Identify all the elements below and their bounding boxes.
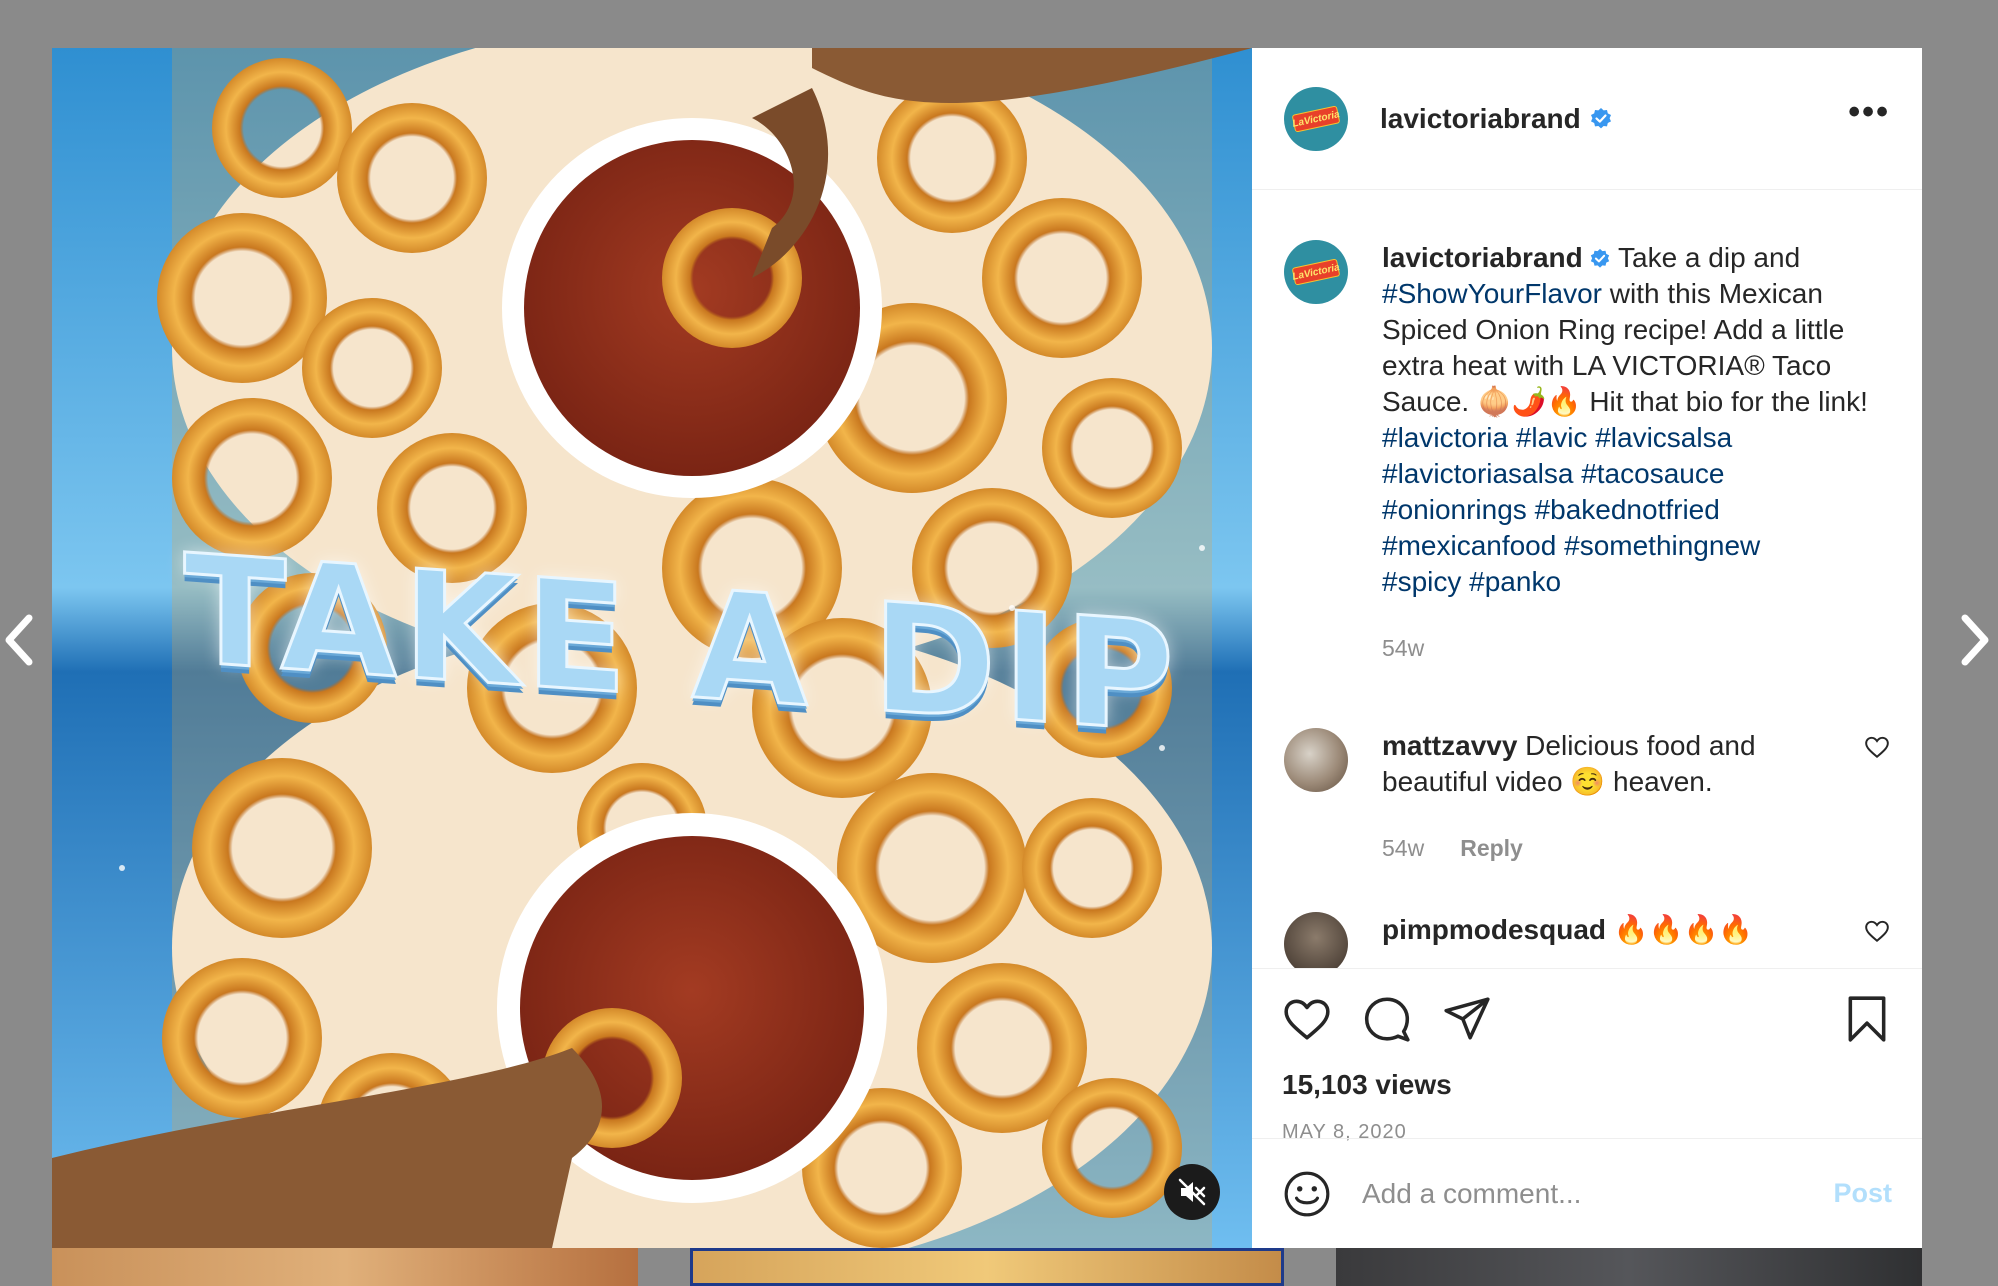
next-post-arrow[interactable] [1954,600,1994,680]
emoji-smiley-icon[interactable] [1282,1169,1332,1219]
avatar[interactable]: LaVictoria [1284,86,1348,151]
hashtag-link[interactable]: #somethingnew [1564,530,1760,561]
post-author-username[interactable]: lavictoriabrand [1380,103,1581,135]
verified-badge-icon [1590,107,1611,128]
verified-badge-icon [1590,248,1609,268]
avatar[interactable] [1284,728,1348,792]
caption-meta: 54w [1382,630,1890,666]
background-thumbnail [1336,1248,1922,1286]
comments-list[interactable]: LaVictoria lavictoriabrand Take a dip an… [1252,190,1922,968]
previous-post-arrow[interactable] [0,600,40,680]
chevron-right-icon [1961,614,1989,666]
action-bar [1282,993,1892,1045]
background-thumbnail [52,1248,638,1286]
hashtag-link[interactable]: #tacosauce [1581,458,1724,489]
view-count[interactable]: 15,103 views [1282,1069,1892,1101]
comment-meta: 54w Reply [1382,830,1850,866]
comment-body: pimpmodesquad 🔥🔥🔥🔥 [1382,912,1850,948]
post-video[interactable]: TAKE A DIP [52,48,1252,1248]
reply-button[interactable]: Reply [1460,830,1523,866]
hashtag-link[interactable]: #lavic [1516,422,1588,453]
like-heart-icon[interactable] [1282,994,1332,1044]
avatar[interactable]: LaVictoria [1284,240,1348,304]
comment-body: mattzavvy Delicious food and beautiful v… [1382,728,1850,866]
background-thumbnail [690,1248,1284,1286]
hashtag-link[interactable]: #ShowYourFlavor [1382,278,1602,309]
hashtag-link[interactable]: #onionrings [1382,494,1527,525]
hashtag-link[interactable]: #lavictoriasalsa [1382,458,1573,489]
comment-text: 🔥🔥🔥🔥 [1606,914,1754,945]
brand-logo: LaVictoria [1291,104,1341,133]
hashtag-link[interactable]: #lavicsalsa [1595,422,1732,453]
like-comment-heart-icon[interactable] [1864,918,1890,944]
hashtag-link[interactable]: #panko [1469,566,1561,597]
comment-item: pimpmodesquad 🔥🔥🔥🔥 [1284,912,1890,968]
hashtag-link[interactable]: #spicy [1382,566,1461,597]
caption-text: Take a dip and [1610,242,1801,273]
caption-username[interactable]: lavictoriabrand [1382,242,1583,273]
comment-username[interactable]: pimpmodesquad [1382,914,1606,945]
hashtag-link[interactable]: #lavictoria [1382,422,1508,453]
caption-age[interactable]: 54w [1382,630,1424,666]
comment-bubble-icon[interactable] [1362,994,1412,1044]
comment-input[interactable] [1360,1176,1834,1211]
caption-body: lavictoriabrand Take a dip and #ShowYour… [1382,240,1890,666]
post-comment-button[interactable]: Post [1833,1178,1892,1209]
mute-button[interactable] [1164,1164,1220,1220]
avatar[interactable] [1284,912,1348,968]
comment-item: mattzavvy Delicious food and beautiful v… [1284,728,1890,866]
post-header: LaVictoria lavictoriabrand ••• [1252,48,1922,190]
add-comment-bar: Post [1252,1138,1922,1248]
share-paper-plane-icon[interactable] [1442,994,1492,1044]
hashtag-link[interactable]: #bakednotfried [1535,494,1720,525]
post-side-panel: LaVictoria lavictoriabrand ••• LaVictori… [1252,48,1922,1248]
save-bookmark-icon[interactable] [1842,994,1892,1044]
post-modal: TAKE A DIP LaVictoria lavictoriabrand ••… [52,48,1922,1248]
caption: LaVictoria lavictoriabrand Take a dip an… [1284,240,1890,666]
more-options-button[interactable]: ••• [1848,95,1890,131]
brand-logo: LaVictoria [1291,258,1341,286]
hashtag-link[interactable]: #mexicanfood [1382,530,1556,561]
chevron-left-icon [5,614,33,666]
comment-username[interactable]: mattzavvy [1382,730,1517,761]
like-comment-heart-icon[interactable] [1864,734,1890,760]
speaker-muted-icon [1178,1178,1206,1206]
comment-age[interactable]: 54w [1382,830,1424,866]
